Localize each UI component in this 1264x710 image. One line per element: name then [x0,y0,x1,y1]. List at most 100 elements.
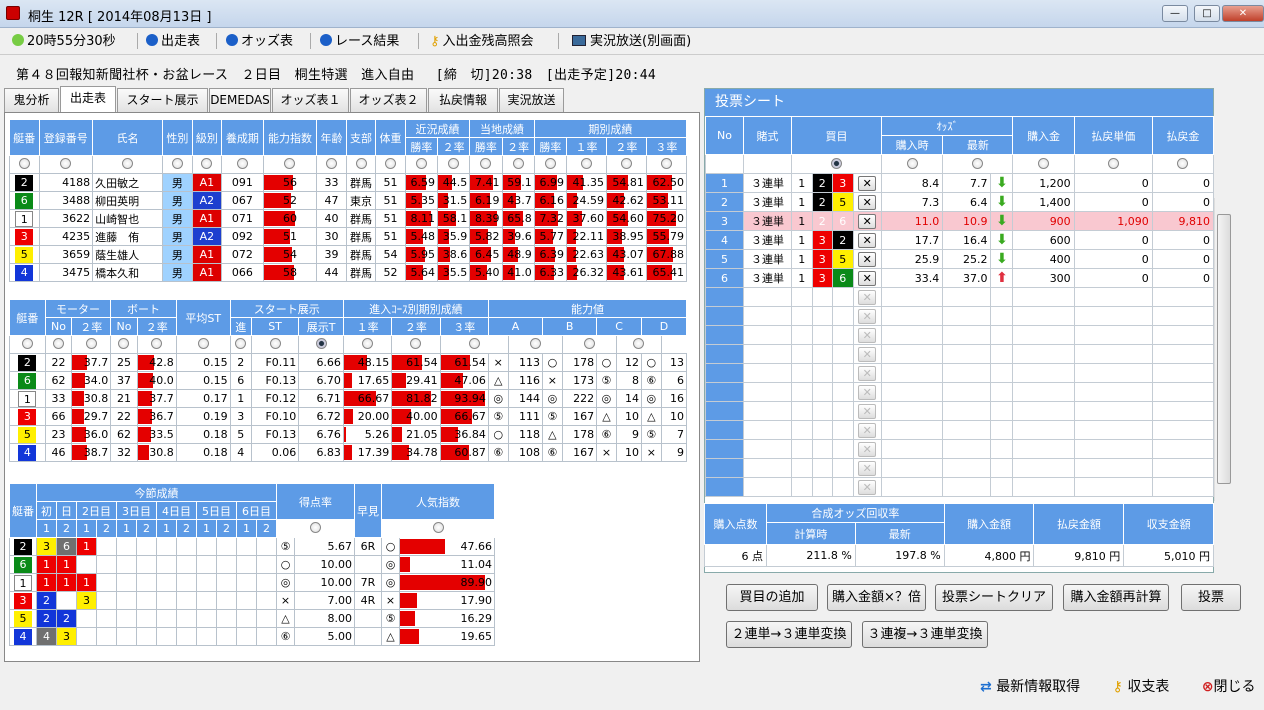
sort-radio[interactable] [276,519,355,538]
sort-radio[interactable] [162,155,193,174]
tab-odds1[interactable]: オッズ表１ [272,88,349,112]
sort-radio[interactable] [345,155,377,174]
bet-row[interactable]: 3 ３連単 1 2 6 ✕ 11.0 10.9 ⬇ 900 1,090 9,810 [705,211,1215,231]
sort-radio[interactable] [71,335,112,354]
table-cell: 6 [9,371,46,390]
close-window-button[interactable]: ✕ [1222,5,1264,22]
term-2nd: 42.62 [605,191,647,210]
bet-sheet-scrollbar[interactable] [1214,198,1232,501]
close-link[interactable]: ⊗閉じる [1202,679,1264,695]
racer-name: 蔭生雄人 [92,245,164,264]
sort-radio[interactable] [404,155,439,174]
sort-radio[interactable] [605,155,647,174]
sort-radio[interactable] [110,335,138,354]
sort-radio[interactable] [9,155,40,174]
sort-radio[interactable] [507,335,563,354]
convert-trio-button[interactable]: ３連複→３連単変換 [862,621,988,648]
scrollbar-thumb[interactable] [1217,214,1231,484]
radio-icon [410,338,422,349]
delete-bet-button[interactable]: ✕ [858,213,877,229]
multiply-amount-button[interactable]: 購入金額×？倍 [827,584,926,611]
radio-icon[interactable] [1177,157,1189,169]
tab-payout[interactable]: 払戻情報 [428,88,498,112]
bet-row[interactable]: 4 ３連単 1 3 2 ✕ 17.7 16.4 ⬇ 600 0 0 [705,230,1215,250]
bet-row[interactable]: 6 ３連単 1 3 6 ✕ 33.4 37.0 ⬆ 300 0 0 [705,268,1215,288]
refresh-link[interactable]: ⇄ 最新情報取得 [980,679,1094,695]
tab-oni[interactable]: 鬼分析 [4,88,59,112]
tab-odds2[interactable]: オッズ表２ [350,88,427,112]
sort-radio[interactable] [38,155,94,174]
delete-bet-button[interactable]: ✕ [858,232,877,248]
sort-radio[interactable] [381,519,495,538]
sort-radio[interactable] [175,335,231,354]
waku-badge: 1 [15,210,34,227]
toolbar-balance-button[interactable]: ⚷ 入出金残高照会 [430,32,534,51]
sort-radio[interactable] [645,155,688,174]
sort-radio[interactable] [615,335,662,354]
radio-icon[interactable] [972,157,984,169]
maximize-button[interactable]: □ [1194,5,1220,22]
toolbar-entries-button[interactable]: 出走表 [146,32,200,51]
radio-icon [151,338,163,349]
sort-radio[interactable] [469,155,503,174]
toolbar-odds-button[interactable]: オッズ表 [226,32,293,51]
branch: 群馬 [345,173,377,192]
toolbar-live-button[interactable]: 実況放送(別画面) [572,32,691,51]
clear-sheet-button[interactable]: 投票シートクリア [935,584,1053,611]
vote-button[interactable]: 投票 [1181,584,1241,611]
sort-radio[interactable] [262,155,318,174]
radio-icon[interactable] [1038,157,1050,169]
ability-a: 113 [507,353,544,372]
delete-bet-button[interactable]: ✕ [858,270,877,286]
delete-bet-button[interactable]: ✕ [858,251,877,267]
sort-radio[interactable] [229,335,252,354]
toolbar-results-button[interactable]: レース結果 [320,32,399,51]
sort-radio[interactable] [136,335,177,354]
sort-radio[interactable] [375,155,406,174]
bet-row[interactable]: 1 ３連単 1 2 3 ✕ 8.4 7.7 ⬇ 1,200 0 0 [705,173,1215,193]
radio-icon[interactable] [1107,157,1119,169]
sort-radio[interactable] [391,335,441,354]
sort-radio[interactable] [92,155,164,174]
radio-icon[interactable] [831,157,842,169]
radio-icon [480,158,492,169]
col-subheader: 4日目 [156,501,197,520]
sort-radio[interactable] [298,335,344,354]
payout-unit: 1,090 [1073,211,1153,231]
sort-radio[interactable] [561,335,617,354]
tab-start-exhibition[interactable]: スタート展示 [117,88,208,112]
waku-badge: 4 [14,628,32,645]
balance-link[interactable]: ⚷ 収支表 [1113,679,1184,695]
sort-radio[interactable] [44,335,73,354]
sort-radio[interactable] [250,335,300,354]
sort-radio[interactable] [342,335,393,354]
minimize-button[interactable]: — [1162,5,1188,22]
add-bet-button[interactable]: 買目の追加 [726,584,818,611]
sort-radio[interactable] [316,155,347,174]
recent-win: 5.35 [404,191,439,210]
sort-radio[interactable] [566,155,607,174]
tab-live[interactable]: 実況放送 [499,88,564,112]
entry-course: 4 [229,443,252,462]
bet-row[interactable]: 2 ３連単 1 2 5 ✕ 7.3 6.4 ⬇ 1,400 0 0 [705,192,1215,212]
convert-exacta-button[interactable]: ２連単→３連単変換 [726,621,852,648]
sort-radio[interactable] [221,155,264,174]
sort-radio[interactable] [533,155,568,174]
motor-top2: 30.8 [71,389,112,408]
sort-radio[interactable] [9,335,46,354]
sort-radio[interactable] [501,155,535,174]
tab-entries[interactable]: 出走表 [60,86,116,112]
delete-bet-button[interactable]: ✕ [858,194,877,210]
radio-icon[interactable] [906,157,918,169]
sort-radio[interactable] [437,155,471,174]
payout-amount: 0 [1151,192,1215,212]
recent-win: 5.64 [404,263,439,282]
sort-radio[interactable] [191,155,223,174]
bet-row[interactable]: 5 ３連単 1 3 5 ✕ 25.9 25.2 ⬇ 400 0 0 [705,249,1215,269]
sort-radio[interactable] [439,335,509,354]
tab-demedas[interactable]: DEMEDAS [209,88,271,112]
delete-bet-button[interactable]: ✕ [858,175,877,191]
race-result: 1 [56,573,77,592]
recalc-amount-button[interactable]: 購入金額再計算 [1063,584,1169,611]
avg-st: 0.17 [175,389,231,408]
